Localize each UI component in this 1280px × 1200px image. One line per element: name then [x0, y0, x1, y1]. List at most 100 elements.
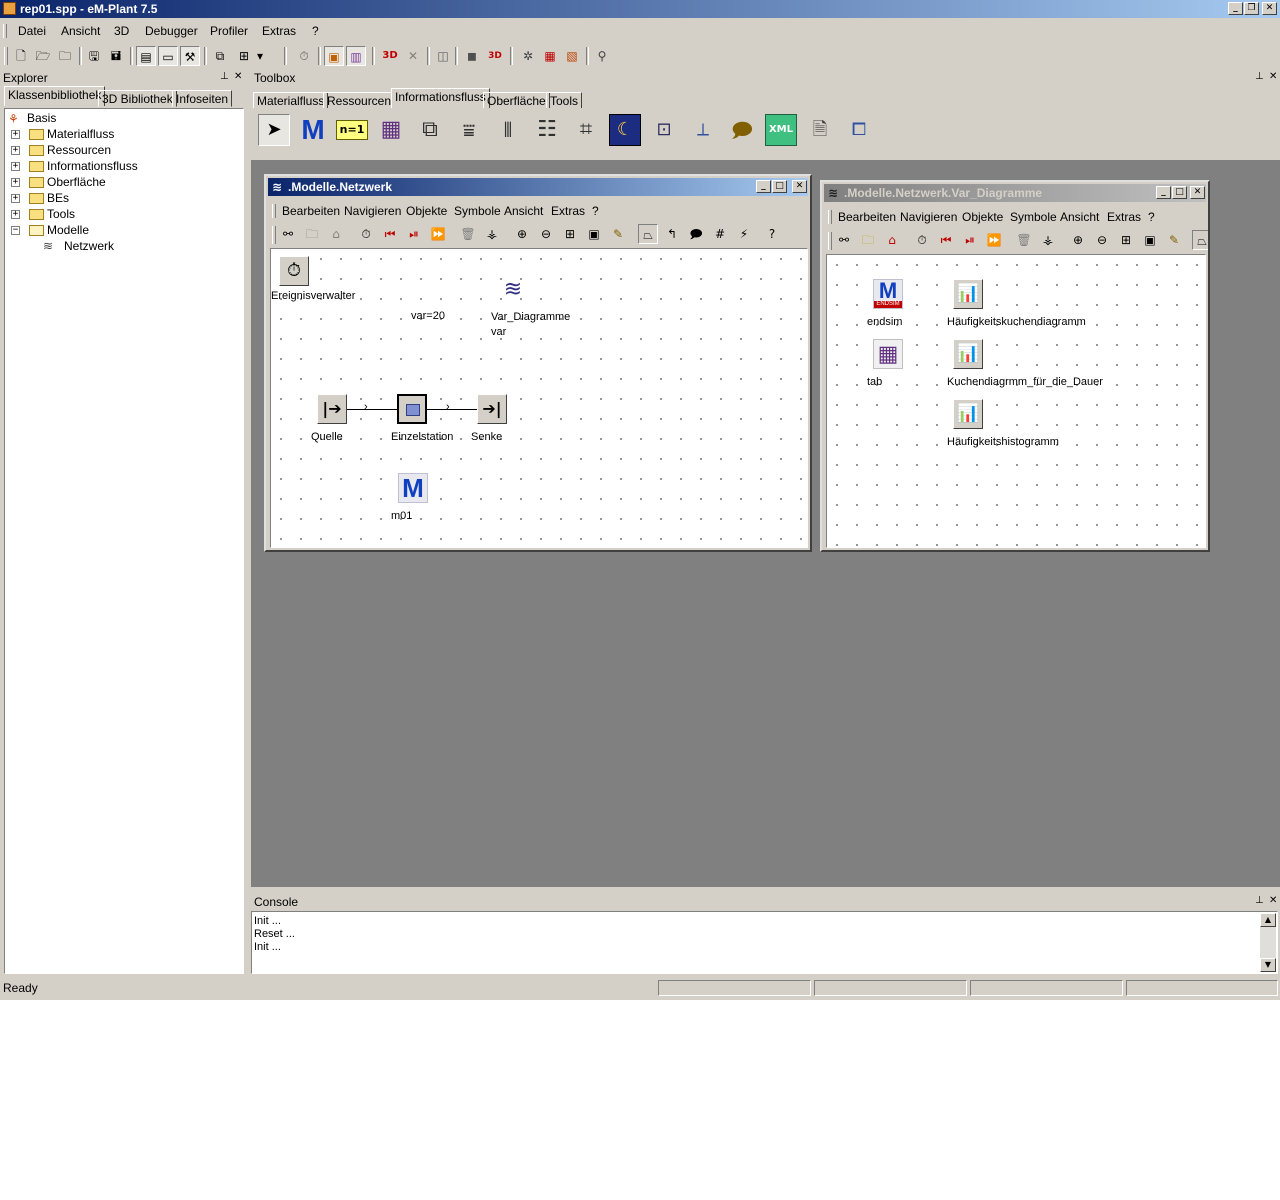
- menu-ansicht[interactable]: Ansicht: [504, 204, 543, 218]
- save-icon[interactable]: 🖫: [84, 46, 104, 66]
- stack-file-icon[interactable]: ⩸: [453, 114, 485, 146]
- help-icon[interactable]: ?: [762, 224, 782, 244]
- menu-symbole[interactable]: Symbole: [454, 204, 501, 218]
- reset-icon[interactable]: ⏮: [380, 224, 400, 244]
- menu-ansicht[interactable]: Ansicht: [61, 24, 100, 38]
- single-station-icon[interactable]: [397, 394, 427, 424]
- arrange-icon[interactable]: ⊞: [234, 46, 254, 66]
- endsim-method-icon[interactable]: M ENDSIM: [873, 279, 903, 309]
- save-all-icon[interactable]: 🖬: [106, 46, 126, 66]
- menu-ansicht[interactable]: Ansicht: [1060, 210, 1099, 224]
- toolbox-toggle-icon[interactable]: ⚒: [180, 46, 200, 66]
- event-controller-icon[interactable]: ⏱: [294, 46, 314, 66]
- explorer-toggle-icon[interactable]: ▤: [136, 46, 156, 66]
- start-stop-icon[interactable]: ⏯: [960, 230, 980, 250]
- menu-extras[interactable]: Extras: [1107, 210, 1141, 224]
- zoom-out-icon[interactable]: ⊖: [536, 224, 556, 244]
- expand-icon[interactable]: +: [11, 162, 20, 171]
- bug-icon[interactable]: ✲: [518, 46, 538, 66]
- run-icon[interactable]: ⚡: [734, 224, 754, 244]
- binoculars-icon[interactable]: ⚯: [834, 230, 854, 250]
- zoom-fit-icon[interactable]: ⊞: [1116, 230, 1136, 250]
- connector-icon[interactable]: ↰: [662, 224, 682, 244]
- minimize-button[interactable]: _: [756, 180, 771, 193]
- comment-icon[interactable]: 🗩: [726, 114, 758, 146]
- close-button[interactable]: ✕: [792, 180, 807, 193]
- clock-icon[interactable]: ⏱: [912, 230, 932, 250]
- delete-icon[interactable]: 🗑: [1014, 230, 1034, 250]
- collapse-icon[interactable]: −: [11, 226, 20, 235]
- chart-icon[interactable]: 📊: [953, 399, 983, 429]
- tab-materialfluss[interactable]: Materialfluss: [253, 92, 329, 109]
- dialog-icon[interactable]: ▧: [562, 46, 582, 66]
- expand-icon[interactable]: +: [11, 210, 20, 219]
- menu-help[interactable]: ?: [592, 204, 599, 218]
- flip-icon[interactable]: ⏢: [638, 224, 658, 244]
- tab-3d-bibliothek[interactable]: 3D Bibliothek: [98, 90, 177, 107]
- screenshot-icon[interactable]: ▣: [1140, 230, 1160, 250]
- comment-icon[interactable]: 🗩: [686, 224, 706, 244]
- scroll-down-icon[interactable]: ▼: [1260, 958, 1276, 972]
- broom-icon[interactable]: ⚶: [1038, 230, 1058, 250]
- 3d-box-icon[interactable]: ◼: [462, 46, 482, 66]
- tab-ressourcen[interactable]: Ressourcen: [323, 92, 396, 109]
- scroll-up-icon[interactable]: ▲: [1260, 913, 1276, 927]
- menu-help[interactable]: ?: [312, 24, 319, 38]
- trigger-icon[interactable]: ⌗: [570, 114, 602, 146]
- expand-icon[interactable]: +: [11, 130, 20, 139]
- 3d-objects-icon[interactable]: ◫: [433, 46, 453, 66]
- pointer-icon[interactable]: ➤: [258, 114, 290, 146]
- var-diagramme-canvas[interactable]: M ENDSIM endsim 📊 Häufigkeitskuchendiagr…: [826, 254, 1206, 548]
- table-icon[interactable]: ▦: [375, 114, 407, 146]
- new-file-icon[interactable]: 🗋: [11, 46, 31, 66]
- profiler-toggle-icon[interactable]: ▥: [346, 46, 366, 66]
- expand-icon[interactable]: +: [11, 146, 20, 155]
- menu-objekte[interactable]: Objekte: [406, 204, 447, 218]
- restore-button[interactable]: ❐: [1244, 2, 1259, 15]
- 3d-off-icon[interactable]: ✕: [403, 46, 423, 66]
- close-button[interactable]: ✕: [1190, 186, 1205, 199]
- network-frame-icon[interactable]: ≋: [498, 275, 528, 305]
- maximize-button[interactable]: □: [772, 180, 787, 193]
- open-folder-icon[interactable]: 🗁: [33, 46, 53, 66]
- list-icon[interactable]: ☷: [531, 114, 563, 146]
- queue-file-icon[interactable]: ⫴: [492, 114, 524, 146]
- folder-up-icon[interactable]: 🗀: [858, 230, 878, 250]
- chart-icon[interactable]: 📊: [953, 279, 983, 309]
- menu-extras[interactable]: Extras: [551, 204, 585, 218]
- fast-forward-icon[interactable]: ⏩: [428, 224, 448, 244]
- pin-icon[interactable]: ⊥: [1255, 71, 1264, 82]
- pin-icon[interactable]: ⊥: [1255, 895, 1264, 906]
- menu-datei[interactable]: Datei: [18, 24, 46, 38]
- method-icon[interactable]: M: [398, 473, 428, 503]
- home-icon[interactable]: ⌂: [326, 224, 346, 244]
- pencil-icon[interactable]: ✎: [1164, 230, 1184, 250]
- delete-icon[interactable]: 🗑: [458, 224, 478, 244]
- menu-bearbeiten[interactable]: Bearbeiten: [838, 210, 896, 224]
- netzwerk-canvas[interactable]: ⏱ Ereignisverwalter var=20 ≋ Var_Diagram…: [270, 248, 808, 548]
- screenshot-icon[interactable]: ▣: [584, 224, 604, 244]
- start-stop-icon[interactable]: ⏯: [404, 224, 424, 244]
- maximize-button[interactable]: □: [1172, 186, 1187, 199]
- menu-extras[interactable]: Extras: [262, 24, 296, 38]
- console-output[interactable]: Init ... Reset ... Init ... ▲ ▼: [251, 911, 1278, 974]
- close-button[interactable]: ✕: [1262, 2, 1277, 15]
- tab-oberflaeche[interactable]: Oberfläche: [483, 92, 550, 109]
- sink-icon[interactable]: ➔|: [477, 394, 507, 424]
- minimize-button[interactable]: _: [1156, 186, 1171, 199]
- tab-infoseiten[interactable]: Infoseiten: [172, 90, 233, 107]
- card-file-icon[interactable]: ⧉: [414, 114, 446, 146]
- broom-icon[interactable]: ⚶: [482, 224, 502, 244]
- chart-window-icon[interactable]: ▦: [540, 46, 560, 66]
- zoom-out-icon[interactable]: ⊖: [1092, 230, 1112, 250]
- expand-icon[interactable]: +: [11, 178, 20, 187]
- fast-forward-icon[interactable]: ⏩: [984, 230, 1004, 250]
- open-recent-icon[interactable]: 🗀: [55, 46, 75, 66]
- clock-icon[interactable]: ⏱: [356, 224, 376, 244]
- tab-informationsfluss[interactable]: Informationsfluss: [391, 88, 490, 108]
- chart-icon[interactable]: 📊: [953, 339, 983, 369]
- event-controller-icon[interactable]: ⏱: [279, 256, 309, 286]
- pin-icon[interactable]: ⊥: [220, 71, 229, 82]
- binoculars-icon[interactable]: ⚯: [278, 224, 298, 244]
- chevron-down-icon[interactable]: ▾: [254, 46, 266, 66]
